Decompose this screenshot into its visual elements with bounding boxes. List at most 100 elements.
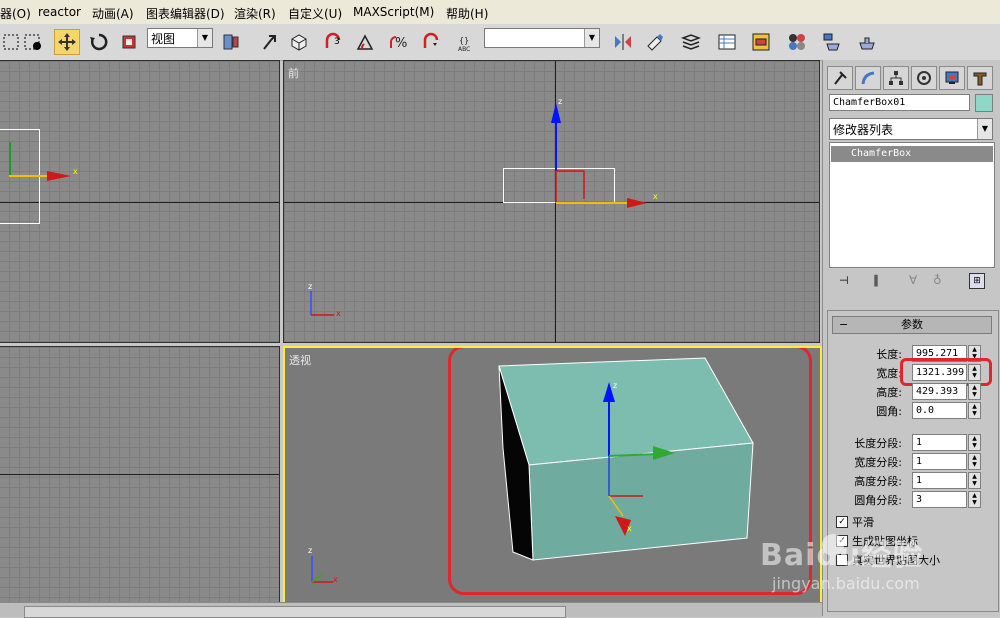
quick-render-icon[interactable] <box>856 31 878 53</box>
width-segs-field[interactable]: 1 <box>912 453 967 470</box>
viewport-label[interactable]: 前 <box>288 65 299 81</box>
snap-3d-icon[interactable]: 3 <box>322 31 344 53</box>
rollout-header[interactable]: − 参数 <box>832 316 992 334</box>
width-segs-label: 宽度分段: <box>854 456 902 469</box>
time-slider[interactable] <box>24 606 566 618</box>
angle-snap-icon[interactable] <box>354 31 376 53</box>
scale-tool-icon[interactable] <box>118 31 140 53</box>
mirror-icon[interactable] <box>612 31 634 53</box>
keyboard-shortcut-icon[interactable] <box>288 31 310 53</box>
fillet-segs-field[interactable]: 3 <box>912 491 967 508</box>
command-panel: ChamferBox01 修改器列表 ▼ ChamferBox ⊣ ∥ ∀ ♁ … <box>822 60 1000 616</box>
chevron-down-icon: ▼ <box>197 29 212 47</box>
main-toolbar: 视图 ▼ 3 % {} ABC ▼ <box>0 24 1000 61</box>
menu-maxscript[interactable]: MAXScript(M) <box>353 5 434 19</box>
gen-mapping-label: 生成贴图坐标 <box>852 535 918 548</box>
width-label: 宽度: <box>876 367 902 380</box>
modifier-list-dropdown[interactable]: 修改器列表 ▼ <box>829 118 993 140</box>
x-axis-arrow-icon <box>47 171 71 181</box>
remove-modifier-icon[interactable]: ♁ <box>933 273 942 287</box>
modify-tab-icon[interactable] <box>855 66 881 90</box>
width-segs-spinner[interactable]: ▲ ▼ <box>968 453 981 470</box>
select-and-link-icon[interactable] <box>258 31 280 53</box>
transform-gizmo <box>551 103 647 208</box>
menu-help[interactable]: 帮助(H) <box>446 5 488 22</box>
hierarchy-tab-icon[interactable] <box>883 66 909 90</box>
render-setup-icon[interactable] <box>822 31 844 53</box>
length-segs-field[interactable]: 1 <box>912 434 967 451</box>
svg-text:ABC: ABC <box>458 46 470 52</box>
svg-text:{}: {} <box>459 36 469 45</box>
utilities-tab-icon[interactable] <box>967 66 993 90</box>
menu-rendering[interactable]: 渲染(R) <box>234 5 276 22</box>
reference-coord-dropdown[interactable]: 视图 ▼ <box>147 28 213 48</box>
edit-named-selection-icon[interactable]: {} ABC <box>456 31 478 53</box>
menu-animation[interactable]: 动画(A) <box>92 5 134 22</box>
pin-stack-icon[interactable]: ⊣ <box>839 274 849 287</box>
height-spinner[interactable]: ▲ ▼ <box>968 383 981 400</box>
smooth-checkbox[interactable]: ✓ <box>836 516 848 528</box>
real-world-label: 真实世界贴图大小 <box>852 554 940 567</box>
menu-modifiers[interactable]: 器(O) <box>0 5 31 22</box>
annotation-highlight-box <box>448 348 812 595</box>
front-viewport[interactable]: 前 z x z x <box>283 60 820 343</box>
perspective-viewport[interactable]: 透视 z x z x <box>283 346 822 605</box>
status-strip <box>0 602 822 618</box>
menu-customize[interactable]: 自定义(U) <box>288 5 342 22</box>
layer-manager-icon[interactable] <box>680 31 702 53</box>
parameters-rollout: − 参数 长度: 995.271 ▲ ▼ 宽度: 1321.399 ▲ ▼ 高度: … <box>827 310 999 612</box>
named-selection-dropdown[interactable]: ▼ <box>484 28 600 48</box>
make-unique-icon[interactable]: ∀ <box>909 273 917 287</box>
select-region-icon[interactable] <box>0 31 22 53</box>
world-z-label: z <box>308 282 313 291</box>
show-end-result-icon[interactable]: ∥ <box>873 273 879 287</box>
svg-text:%: % <box>395 36 407 51</box>
object-color-swatch[interactable] <box>975 94 993 112</box>
chevron-down-icon: ▼ <box>977 119 992 139</box>
y-axis-gizmo <box>9 142 11 176</box>
z-axis-label: z <box>558 97 563 106</box>
pivot-center-icon[interactable] <box>220 31 242 53</box>
world-z-label: z <box>308 546 313 555</box>
rotate-tool-icon[interactable] <box>88 31 110 53</box>
viewport-label[interactable]: 透视 <box>289 352 311 368</box>
top-viewport[interactable]: x <box>0 60 280 343</box>
fillet-segs-label: 圆角分段: <box>854 494 902 507</box>
menu-reactor[interactable]: reactor <box>38 5 81 19</box>
height-field[interactable]: 429.393 <box>912 383 967 400</box>
fillet-field[interactable]: 0.0 <box>912 402 967 419</box>
fillet-segs-spinner[interactable]: ▲ ▼ <box>968 491 981 508</box>
menu-graph-editors[interactable]: 图表编辑器(D) <box>146 5 225 22</box>
svg-text:3: 3 <box>334 37 340 47</box>
length-segs-label: 长度分段: <box>854 437 902 450</box>
grid-axis-horizontal <box>0 474 279 475</box>
world-x-label: x <box>333 575 338 584</box>
width-highlight-box <box>900 358 992 386</box>
modifier-stack: ChamferBox <box>829 142 995 268</box>
length-segs-spinner[interactable]: ▲ ▼ <box>968 434 981 451</box>
chevron-down-icon: ▼ <box>584 29 599 47</box>
height-segs-field[interactable]: 1 <box>912 472 967 489</box>
move-tool-icon[interactable] <box>54 29 80 55</box>
left-viewport[interactable] <box>0 346 280 603</box>
create-tab-icon[interactable] <box>827 66 853 90</box>
motion-tab-icon[interactable] <box>911 66 937 90</box>
configure-sets-icon[interactable]: ⊞ <box>969 273 985 289</box>
material-editor-icon[interactable] <box>786 31 808 53</box>
percent-snap-icon[interactable]: % <box>388 31 410 53</box>
object-name-field[interactable]: ChamferBox01 <box>829 94 970 111</box>
stack-item-chamferbox[interactable]: ChamferBox <box>831 146 993 162</box>
schematic-view-icon[interactable] <box>750 31 772 53</box>
window-crossing-icon[interactable] <box>22 31 44 53</box>
smooth-label: 平滑 <box>852 516 874 529</box>
world-x-label: x <box>336 309 341 318</box>
align-icon[interactable] <box>644 31 666 53</box>
collapse-icon: − <box>839 318 849 331</box>
fillet-spinner[interactable]: ▲ ▼ <box>968 402 981 419</box>
spinner-snap-icon[interactable] <box>420 31 442 53</box>
gen-mapping-checkbox[interactable]: ✓ <box>836 535 848 547</box>
curve-editor-icon[interactable] <box>716 31 738 53</box>
height-segs-spinner[interactable]: ▲ ▼ <box>968 472 981 489</box>
display-tab-icon[interactable] <box>939 66 965 90</box>
real-world-checkbox[interactable] <box>836 554 848 566</box>
